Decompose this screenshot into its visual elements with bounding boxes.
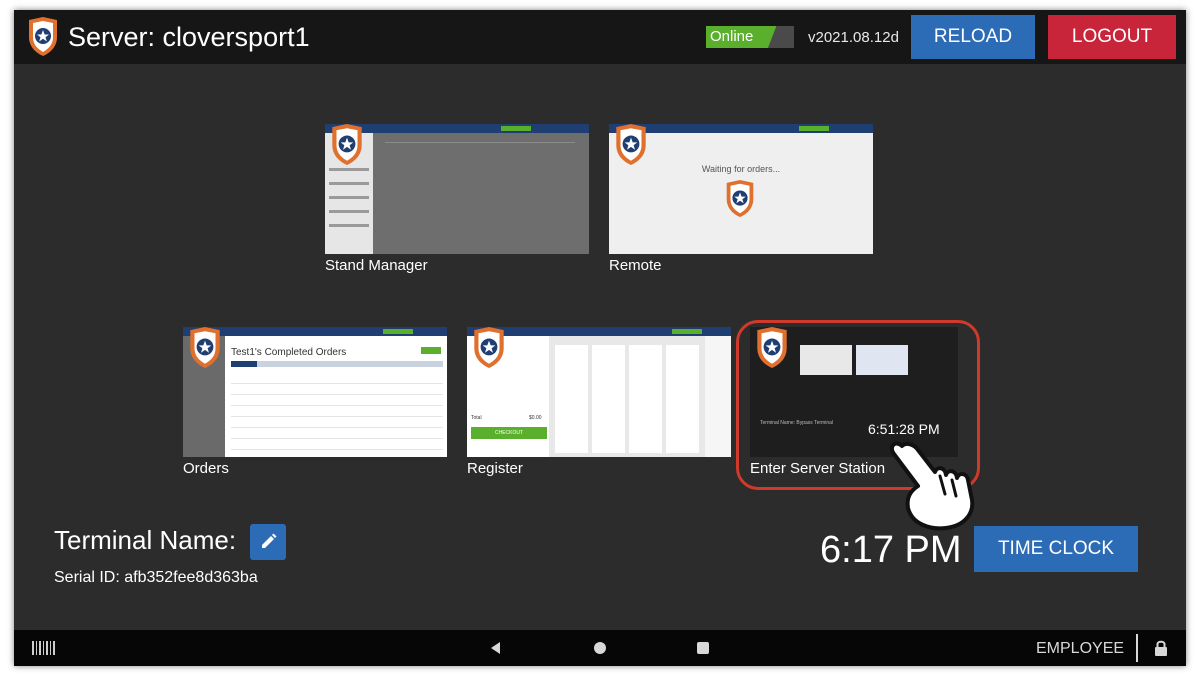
shield-star-icon [332, 124, 362, 165]
serial-id: Serial ID: afb352fee8d363ba [54, 569, 258, 586]
preview-line [329, 168, 369, 171]
orders-preview: Test1's Completed Orders [183, 327, 447, 457]
preview-status [672, 329, 702, 334]
back-icon[interactable] [488, 640, 504, 656]
preview-table [385, 142, 575, 202]
tile-stand-manager[interactable]: Stand Manager [325, 124, 589, 276]
top-bar: Server: cloversport1 Online v2021.08.12d… [14, 10, 1186, 64]
system-nav-bar: EMPLOYEE [14, 630, 1186, 666]
preview-items [555, 345, 701, 453]
logout-button[interactable]: LOGOUT [1048, 15, 1176, 59]
time-clock-button[interactable]: TIME CLOCK [974, 526, 1138, 572]
reload-button[interactable]: RELOAD [911, 15, 1035, 59]
divider [1136, 634, 1138, 662]
register-total-value: $0.00 [529, 415, 542, 421]
pointing-hand-icon [889, 441, 975, 531]
tile-register[interactable]: Total $0.00 CHECKOUT Register [467, 327, 731, 479]
tile-orders[interactable]: Test1's Completed Orders Orders [183, 327, 447, 479]
stand-manager-preview [325, 124, 589, 254]
tile-label: Orders [183, 460, 229, 477]
terminal-name-label: Terminal Name: [54, 525, 237, 555]
preview-tabs [231, 361, 443, 367]
recent-apps-icon[interactable] [697, 642, 709, 654]
preview-active-tab [231, 361, 257, 367]
shield-star-icon [616, 124, 646, 165]
connection-status-label: Online [710, 28, 754, 45]
tile-label: Remote [609, 257, 662, 274]
register-preview: Total $0.00 CHECKOUT [467, 327, 731, 457]
preview-rows [231, 373, 443, 453]
app-window: Server: cloversport1 Online v2021.08.12d… [14, 10, 1186, 666]
preview-status [383, 329, 413, 334]
shield-star-icon [726, 180, 754, 218]
shield-star-icon [29, 17, 57, 56]
page-title: Server: cloversport1 [68, 22, 310, 52]
edit-terminal-name-button[interactable] [250, 524, 286, 560]
barcode-icon[interactable] [32, 641, 56, 655]
preview-status [501, 126, 531, 131]
home-icon[interactable] [594, 642, 606, 654]
shield-star-icon [474, 327, 504, 368]
app-version: v2021.08.12d [808, 29, 899, 46]
preview-categories [705, 336, 731, 457]
connection-status-bar: Online [706, 26, 794, 48]
preview-button [421, 347, 441, 354]
lock-icon[interactable] [1154, 639, 1168, 657]
shield-star-icon [190, 327, 220, 368]
employee-label[interactable]: EMPLOYEE [1036, 640, 1124, 658]
remote-preview: Waiting for orders... [609, 124, 873, 254]
preview-status [799, 126, 829, 131]
preview-line [329, 196, 369, 199]
tile-remote[interactable]: Waiting for orders... Remote [609, 124, 873, 276]
current-time: 6:17 PM [820, 529, 962, 571]
pencil-icon [262, 533, 277, 548]
register-total-label: Total [471, 415, 482, 421]
preview-line [329, 182, 369, 185]
checkout-button: CHECKOUT [471, 427, 547, 439]
preview-line [329, 210, 369, 213]
orders-heading: Test1's Completed Orders [231, 347, 347, 358]
tile-label: Register [467, 460, 523, 477]
tile-label: Stand Manager [325, 257, 428, 274]
preview-line [329, 224, 369, 227]
